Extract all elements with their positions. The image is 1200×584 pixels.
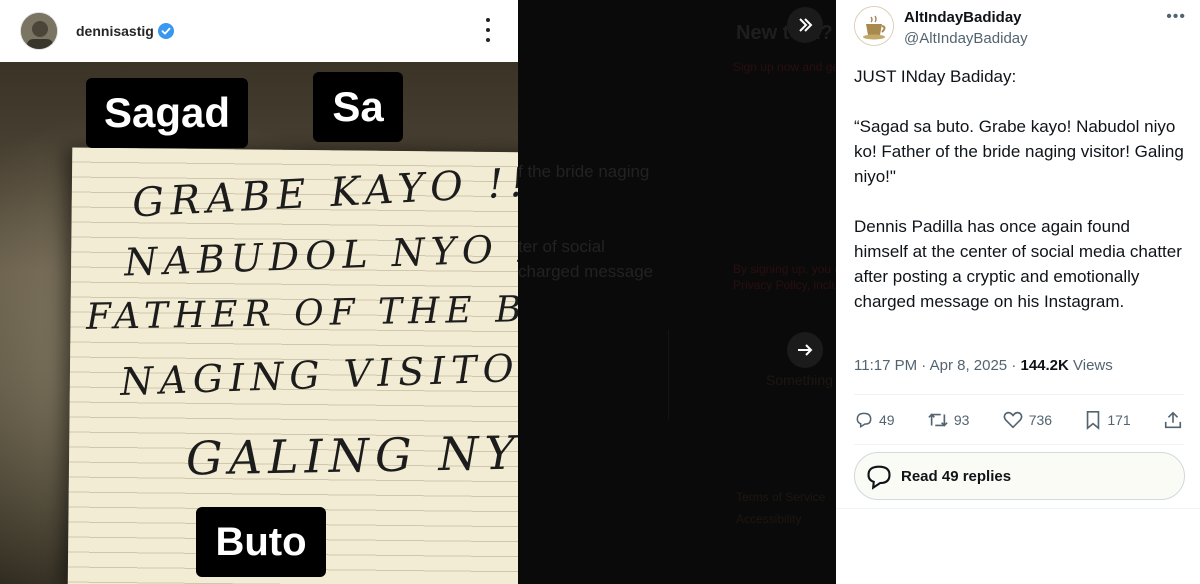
tweet-action-bar: 49 93 736 171: [854, 404, 1188, 436]
double-chevron-right-icon: [799, 18, 813, 32]
reply-count: 49: [879, 412, 895, 428]
arrow-right-icon: [798, 344, 813, 356]
heart-icon: [1003, 411, 1023, 429]
timestamp[interactable]: 11:17 PM · Apr 8, 2025 ·: [854, 357, 1020, 374]
next-media-button[interactable]: [787, 332, 823, 368]
avatar[interactable]: [854, 6, 894, 46]
bookmark-button[interactable]: 171: [1084, 410, 1131, 430]
signup-terms: Privacy Policy, including Cookie Use.: [733, 278, 836, 292]
tweet-paragraph: Dennis Padilla has once again found hims…: [854, 217, 1182, 311]
background-snippet: ter of social: [518, 237, 605, 256]
read-replies-button[interactable]: Read 49 replies: [854, 452, 1185, 500]
note-line: GALING NYO!: [185, 424, 518, 486]
expand-panel-button[interactable]: [787, 7, 823, 43]
views-label: Views: [1068, 357, 1113, 374]
read-replies-label: Read 49 replies: [901, 467, 1012, 485]
avatar[interactable]: [20, 12, 58, 50]
coffee-cup-icon: [855, 7, 893, 45]
views-count: 144.2K: [1020, 357, 1069, 374]
overlay-caption: Buto: [196, 507, 326, 577]
like-button[interactable]: 736: [1002, 410, 1052, 430]
like-count: 736: [1028, 412, 1053, 428]
overlay-caption: Sa: [313, 72, 403, 142]
verified-badge-icon: [157, 23, 174, 39]
tweet-paragraph: JUST INday Badiday:: [854, 67, 1017, 86]
repost-button[interactable]: 93: [927, 410, 970, 430]
share-icon: [1164, 411, 1182, 429]
footer-link: Terms of Service: [736, 490, 826, 504]
repost-icon: [928, 413, 948, 427]
bookmark-count: 171: [1107, 412, 1131, 428]
divider: [836, 508, 1200, 509]
overlay-caption: Sagad: [86, 78, 248, 148]
dimmed-background-page: New to X? Sign up now and get your own p…: [518, 0, 836, 584]
signup-terms: By signing up, you agree to the Terms of…: [733, 262, 836, 276]
avatar-image: [21, 13, 57, 49]
signup-subtitle: Sign up now and get your own personalize…: [733, 60, 836, 74]
username[interactable]: dennisastig: [76, 23, 154, 39]
tweet-text: JUST INday Badiday: “Sagad sa buto. Grab…: [854, 64, 1184, 339]
display-name[interactable]: AltIndayBadiday: [904, 9, 1022, 26]
share-button[interactable]: [1163, 410, 1188, 430]
divider: [854, 444, 1184, 445]
instagram-post-media: dennisastig GRABE KAYO !! NABUDOL NYO KO…: [0, 0, 518, 584]
more-options-icon[interactable]: [478, 14, 498, 46]
error-message: Something went wrong.: [766, 372, 836, 388]
footer-link: Accessibility: [736, 512, 802, 526]
more-options-icon[interactable]: •••: [1166, 8, 1186, 26]
divider: [854, 394, 1184, 395]
bookmark-icon: [1087, 411, 1100, 430]
divider: [668, 330, 669, 420]
tweet-paragraph: “Sagad sa buto. Grabe kayo! Nabudol niyo…: [854, 117, 1184, 186]
user-handle[interactable]: @AltIndayBadiday: [904, 30, 1028, 47]
tweet-detail-panel: AltIndayBadiday @AltIndayBadiday ••• JUS…: [836, 0, 1200, 584]
background-snippet: f the bride naging: [518, 162, 650, 181]
chat-bubble-icon: [867, 465, 891, 490]
reply-button[interactable]: 49: [854, 410, 895, 430]
reply-icon: [856, 412, 872, 428]
background-snippet: charged message: [518, 262, 654, 281]
tweet-timestamp[interactable]: 11:17 PM · Apr 8, 2025 · 144.2K Views: [854, 357, 1113, 374]
instagram-post-header: dennisastig: [0, 0, 518, 62]
repost-count: 93: [953, 412, 970, 428]
